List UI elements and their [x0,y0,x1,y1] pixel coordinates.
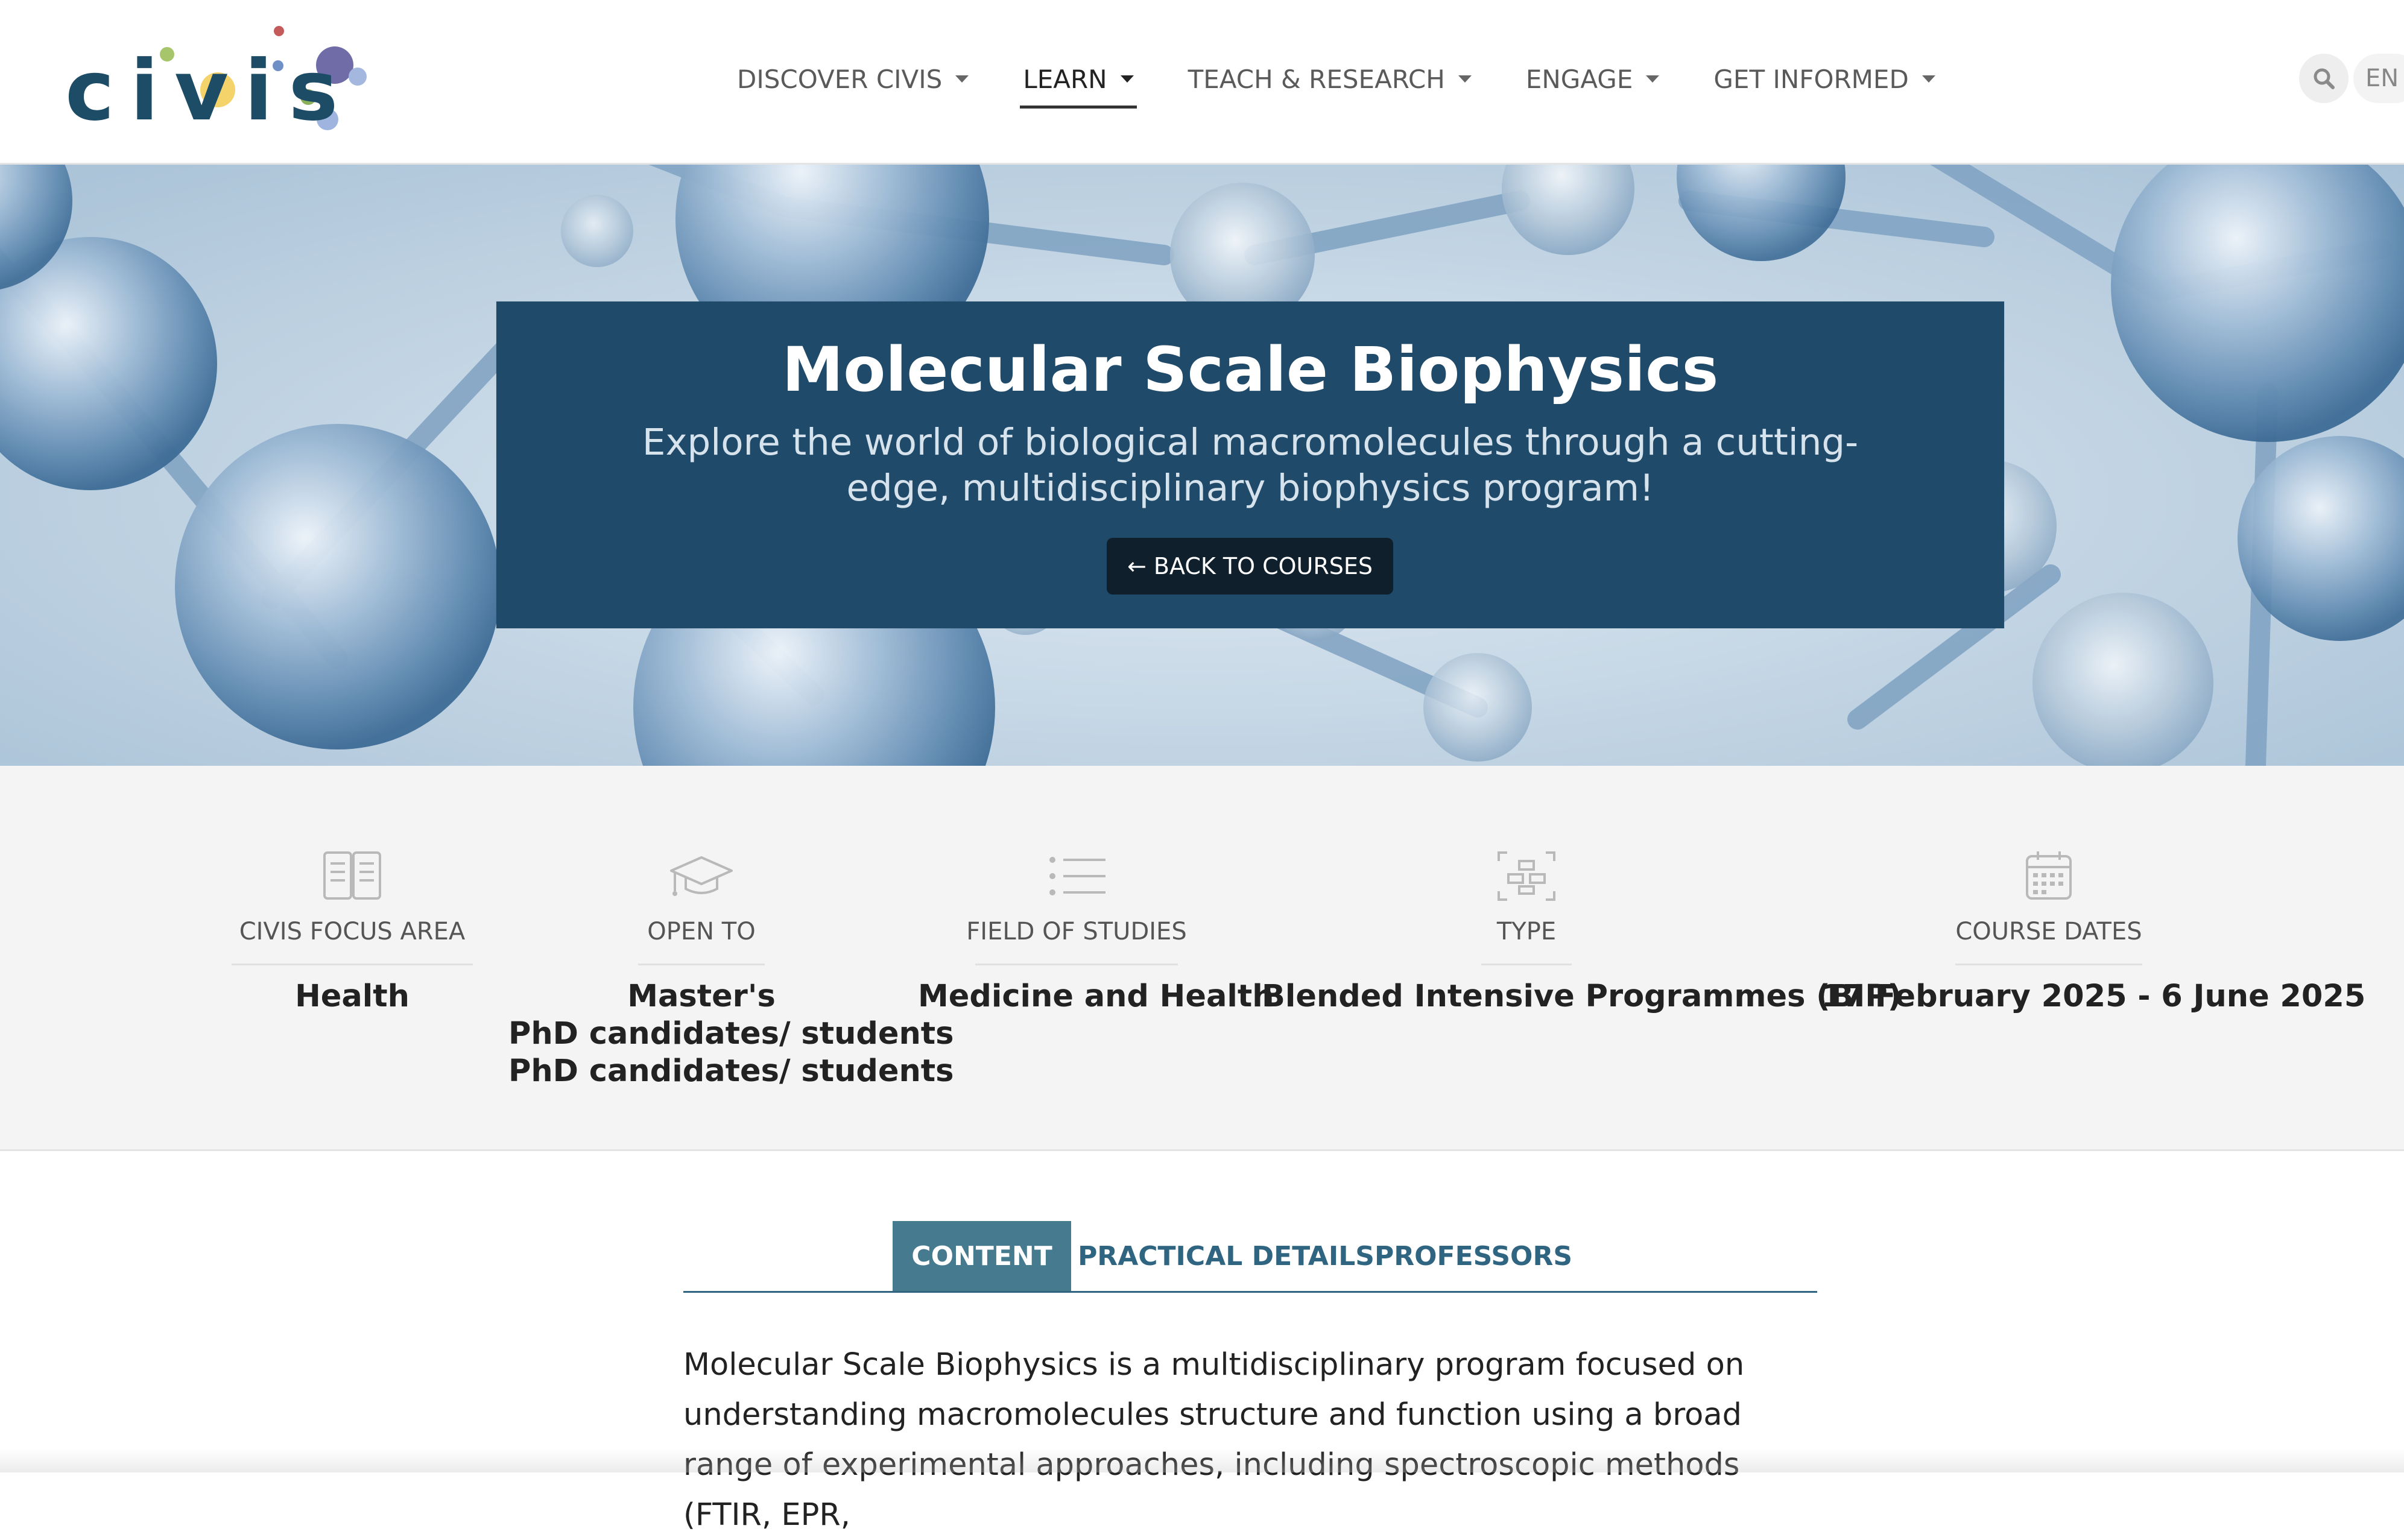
chevron-down-icon [1922,75,1935,83]
back-to-courses-button[interactable]: ← BACK TO COURSES [1107,538,1393,595]
info-focus-area: CIVIS FOCUS AREA Health [232,766,473,1149]
chevron-down-icon [1646,75,1660,83]
divider [1955,964,2142,965]
info-open-to: OPEN TO Master's PhD candidates/ student… [508,766,954,1149]
info-course-dates: COURSE DATES 17 February 2025 - 6 June 2… [1821,766,2366,1149]
info-label: CIVIS FOCUS AREA [239,918,466,945]
nav-learn[interactable]: LEARN [1020,60,1137,109]
scroll-fade [0,1448,2404,1472]
graduation-cap-icon [670,856,733,896]
audience-item: Master's [627,979,776,1014]
chevron-down-icon [1120,75,1134,83]
info-type: TYPE Blended Intensive Programmes (BIP) [1262,766,1902,1149]
open-book-icon [323,851,381,900]
search-icon [2314,68,2335,89]
info-label: TYPE [1496,918,1557,945]
info-value: Health [295,979,410,1014]
info-value: Blended Intensive Programmes (BIP) [1262,979,1902,1014]
divider [1481,964,1572,965]
info-value: Medicine and Health [918,979,1274,1014]
civis-logo[interactable]: civis [60,18,367,145]
nav-label: GET INFORMED [1713,64,1909,94]
audience-item: PhD candidates/ students [508,1016,954,1052]
info-value: 17 February 2025 - 6 June 2025 [1821,979,2366,1014]
info-label: FIELD OF STUDIES [966,918,1187,945]
page-title: Molecular Scale Biophysics [782,334,1719,406]
audience-item: PhD candidates/ students [508,1053,954,1089]
page-subtitle: Explore the world of biological macromol… [642,421,1859,510]
tab-content[interactable]: CONTENT [893,1221,1071,1291]
info-label: COURSE DATES [1955,918,2142,945]
tab-professors[interactable]: PROFESSORS [1374,1221,1572,1291]
info-value-list: Master's PhD candidates/ students PhD ca… [508,978,954,1090]
info-field-of-studies: FIELD OF STUDIES Medicine and Health [918,766,1274,1149]
nav-label: DISCOVER CIVIS [737,64,943,94]
list-icon [1049,857,1106,895]
logo-wordmark: civis [65,42,354,139]
nav-get-informed[interactable]: GET INFORMED [1712,60,1936,98]
divider [638,964,765,965]
chevron-down-icon [1458,75,1472,83]
calendar-icon [2026,851,2072,900]
layout-grid-icon [1498,851,1555,901]
divider [975,964,1178,965]
nav-engage[interactable]: ENGAGE [1525,60,1661,98]
course-tabs: CONTENT PRACTICAL DETAILS PROFESSORS [683,1221,1817,1293]
hero-banner: Molecular Scale Biophysics Explore the w… [0,165,2404,766]
nav-label: ENGAGE [1525,64,1633,94]
tab-practical-details[interactable]: PRACTICAL DETAILS [1078,1221,1374,1291]
logo-dot [274,26,284,36]
divider [232,964,473,965]
nav-discover-civis[interactable]: DISCOVER CIVIS [736,60,970,98]
nav-label: TEACH & RESEARCH [1188,64,1445,94]
main-nav: DISCOVER CIVIS LEARN TEACH & RESEARCH EN… [736,60,1988,109]
hero-card: Molecular Scale Biophysics Explore the w… [496,301,2004,628]
search-button[interactable] [2299,54,2349,103]
language-switcher[interactable]: EN [2353,54,2404,103]
info-label: OPEN TO [647,918,756,945]
language-label: EN [2365,65,2399,92]
site-header: civis DISCOVER CIVIS LEARN TEACH & RESEA… [0,0,2404,165]
course-info-band: CIVIS FOCUS AREA Health OPEN TO Master's… [0,766,2404,1151]
course-description: Molecular Scale Biophysics is a multidis… [683,1347,1745,1533]
nav-label: LEARN [1023,64,1107,94]
chevron-down-icon [955,75,969,83]
nav-teach-research[interactable]: TEACH & RESEARCH [1187,60,1473,98]
